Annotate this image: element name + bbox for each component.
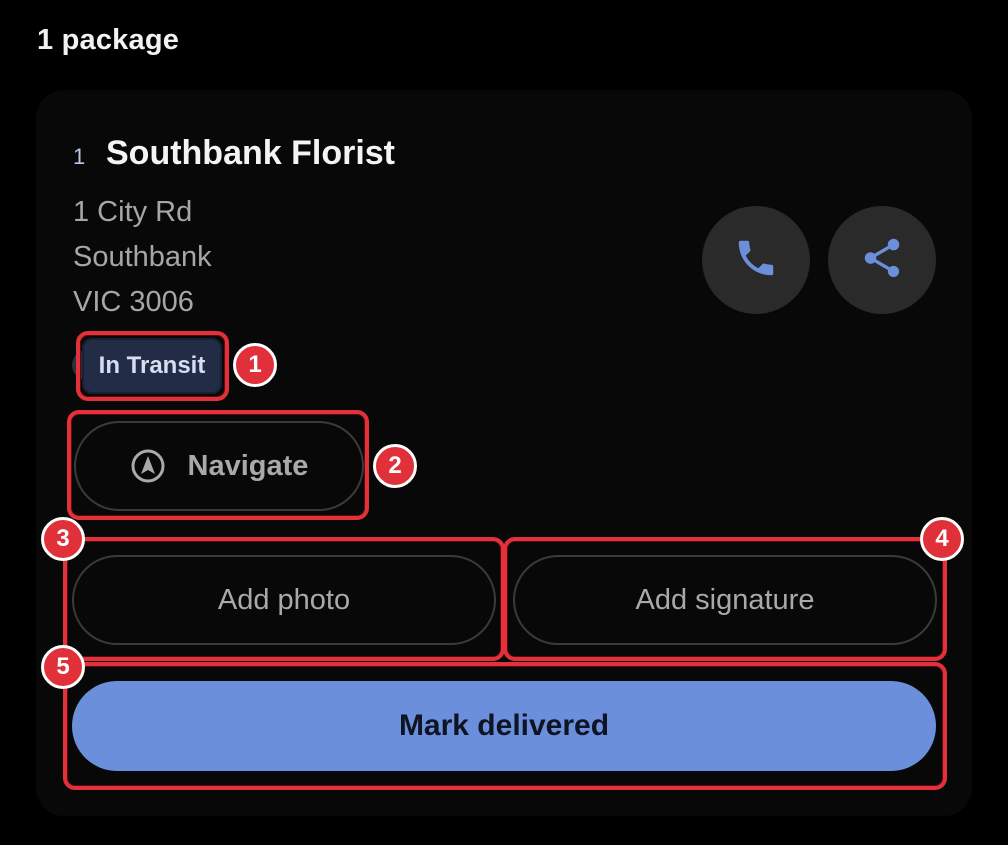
annotation-badge-4: 4 [920, 517, 964, 561]
annotation-box-status [76, 331, 229, 401]
annotation-badge-5: 5 [41, 645, 85, 689]
annotation-badge-3: 3 [41, 517, 85, 561]
annotation-badge-2: 2 [373, 444, 417, 488]
annotation-box-add-signature [503, 537, 947, 661]
stop-index: 1 [73, 144, 86, 169]
annotation-box-mark-delivered [63, 662, 947, 790]
call-button[interactable] [702, 206, 810, 314]
stop-name: Southbank Florist [106, 134, 395, 172]
annotation-box-add-photo [63, 537, 505, 661]
phone-icon [733, 235, 779, 286]
package-count: 1 package [37, 24, 180, 56]
address-line-state: VIC 3006 [73, 286, 194, 318]
address-line-suburb: Southbank [73, 241, 212, 273]
annotation-badge-1: 1 [233, 343, 277, 387]
share-button[interactable] [828, 206, 936, 314]
share-icon [859, 235, 905, 286]
annotation-box-navigate [67, 410, 369, 520]
address-line-street: 1 City Rd [73, 196, 193, 228]
